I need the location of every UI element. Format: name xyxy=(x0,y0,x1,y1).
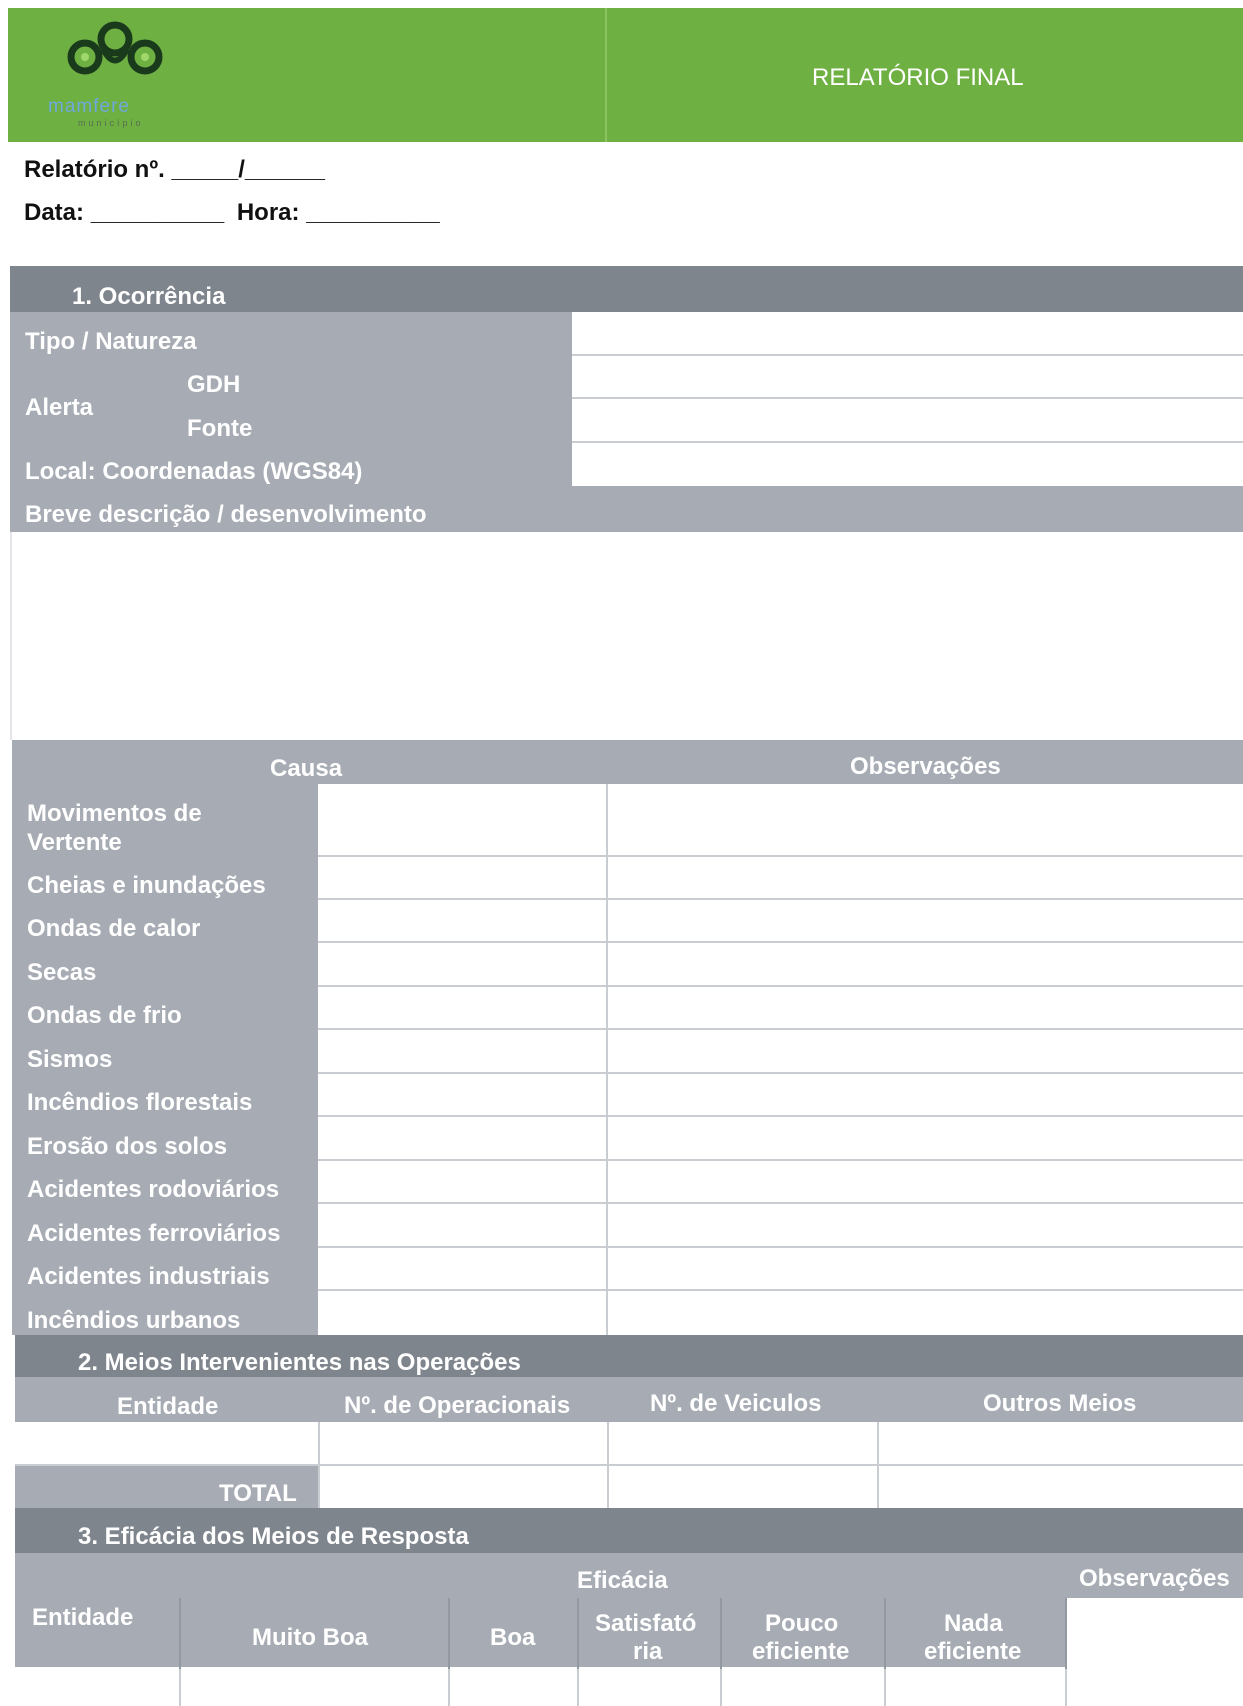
description-textarea[interactable] xyxy=(10,532,1243,740)
cause-header: Causa xyxy=(270,755,343,782)
cause-observations-column[interactable] xyxy=(607,784,1243,1335)
col-outros-meios: Outros Meios xyxy=(983,1390,1137,1417)
efficacy-entity-header: Entidade xyxy=(32,1604,134,1631)
cause-secas: Secas xyxy=(27,959,97,986)
level-nada-line1: Nada xyxy=(944,1610,1003,1637)
cause-sismos: Sismos xyxy=(27,1046,113,1073)
cause-erosao: Erosão dos solos xyxy=(27,1133,228,1160)
label-tipo-natureza: Tipo / Natureza xyxy=(25,328,197,355)
coordinates-field[interactable] xyxy=(572,443,1243,484)
section1-title: 1. Ocorrência xyxy=(72,283,226,310)
level-satisfatoria-line1: Satisfató xyxy=(595,1610,697,1637)
alerta-gdh-field[interactable] xyxy=(572,356,1243,397)
label-coordinates: Local: Coordenadas (WGS84) xyxy=(25,458,363,485)
report-number-line: Relatório nº. _____/______ xyxy=(24,156,325,184)
col-entidade: Entidade xyxy=(117,1393,219,1420)
time-label: Hora: xyxy=(236,199,300,226)
efficacy-data-row[interactable] xyxy=(15,1669,1243,1706)
date-blank[interactable]: __________ xyxy=(91,199,224,226)
cause-cheias: Cheias e inundações xyxy=(27,872,266,899)
logo-subtext: município xyxy=(78,118,144,128)
cause-incendios-florestais: Incêndios florestais xyxy=(27,1089,253,1116)
cause-observations-header: Observações xyxy=(850,753,1001,780)
tipo-natureza-field[interactable] xyxy=(572,312,1243,354)
cause-acidentes-rodoviarios: Acidentes rodoviários xyxy=(27,1176,280,1203)
level-satisfatoria-line2: ria xyxy=(633,1638,663,1665)
report-number-label: Relatório nº. xyxy=(24,156,165,183)
col-operacionais: Nº. de Operacionais xyxy=(344,1392,571,1419)
header-bar xyxy=(8,8,1243,142)
level-pouco-line2: eficiente xyxy=(752,1638,850,1665)
cause-incendios-urbanos: Incêndios urbanos xyxy=(27,1307,241,1334)
efficacy-header: Eficácia xyxy=(577,1567,668,1594)
label-alerta: Alerta xyxy=(25,394,94,421)
level-boa: Boa xyxy=(490,1624,536,1651)
time-blank[interactable]: __________ xyxy=(306,199,439,226)
municipality-logo: mamfere município xyxy=(40,12,190,132)
section3-header-area xyxy=(15,1553,1067,1667)
cause-acidentes-industriais: Acidentes industriais xyxy=(27,1263,270,1290)
total-label: TOTAL xyxy=(219,1480,297,1507)
report-number-blank[interactable]: _____/______ xyxy=(171,156,325,183)
total-values-row[interactable] xyxy=(319,1465,1243,1508)
efficacy-observations-header: Observações xyxy=(1079,1565,1230,1592)
section2-data-row[interactable] xyxy=(15,1422,1243,1465)
logo-text: mamfere xyxy=(48,96,130,117)
level-nada-line2: eficiente xyxy=(924,1638,1022,1665)
cause-movimentos-line2: Vertente xyxy=(27,829,122,856)
label-description: Breve descrição / desenvolvimento xyxy=(25,501,427,528)
section3-obs-field[interactable] xyxy=(1067,1598,1243,1667)
date-time-line: Data: __________ Hora: __________ xyxy=(24,199,440,227)
section2-title: 2. Meios Intervenientes nas Operações xyxy=(78,1349,521,1376)
label-gdh: GDH xyxy=(187,371,241,398)
alerta-fonte-field[interactable] xyxy=(572,399,1243,441)
cause-header-bar xyxy=(12,740,1243,784)
date-label: Data: xyxy=(24,199,85,226)
section3-title: 3. Eficácia dos Meios de Resposta xyxy=(78,1523,469,1550)
cause-ondas-frio: Ondas de frio xyxy=(27,1002,182,1029)
cause-ondas-calor: Ondas de calor xyxy=(27,915,201,942)
header-divider xyxy=(605,8,607,142)
cause-movimentos-line1: Movimentos de xyxy=(27,800,202,827)
report-title: RELATÓRIO FINAL xyxy=(812,64,1024,91)
level-pouco-line1: Pouco xyxy=(765,1610,839,1637)
cause-check-column[interactable] xyxy=(318,784,607,1335)
cause-acidentes-ferroviarios: Acidentes ferroviários xyxy=(27,1220,281,1247)
col-veiculos: Nº. de Veiculos xyxy=(650,1390,822,1417)
level-muito-boa: Muito Boa xyxy=(252,1624,368,1651)
label-fonte: Fonte xyxy=(187,415,253,442)
